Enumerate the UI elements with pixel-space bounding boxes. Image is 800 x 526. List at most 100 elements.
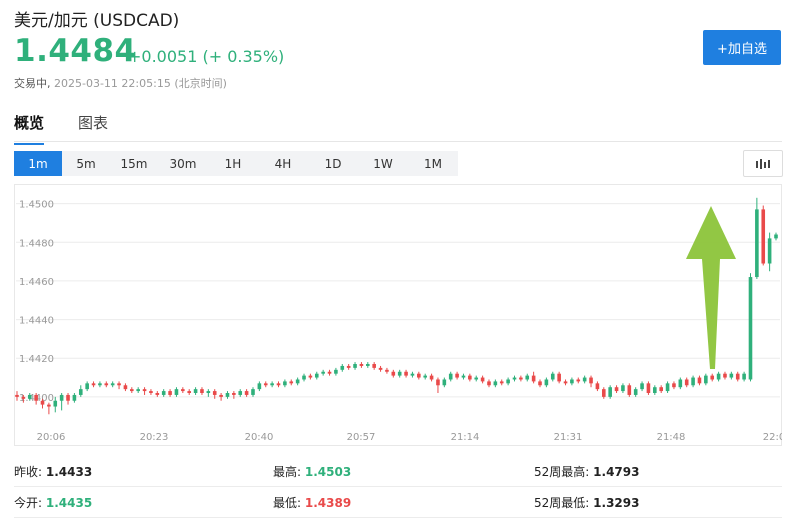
period-1w[interactable]: 1W [358, 151, 408, 176]
week52-high-value: 1.4793 [593, 465, 640, 479]
candle-body [142, 389, 147, 392]
candle-body [232, 393, 236, 395]
candle-body [21, 396, 26, 399]
candle-body [59, 394, 64, 401]
candle-body [123, 385, 128, 390]
candle-body [391, 371, 396, 376]
candle-body [270, 383, 274, 386]
period-1d[interactable]: 1D [308, 151, 358, 176]
candle-body [404, 371, 408, 376]
day-high-value: 1.4503 [304, 465, 352, 479]
chart-type-button[interactable] [743, 150, 783, 177]
candle-body [365, 364, 370, 366]
candle-body [640, 383, 644, 390]
candle-body [353, 364, 357, 368]
candle-body [314, 373, 319, 378]
candle-body [238, 391, 243, 395]
week52-low: 52周最低: 1.3293 [534, 494, 639, 511]
day-high: 最高: 1.4503 [273, 463, 351, 480]
candle-body [519, 377, 523, 380]
candle-body [193, 389, 198, 394]
period-5m[interactable]: 5m [62, 151, 110, 176]
trading-status-time: 2025-03-11 22:05:15 (北京时间) [54, 77, 227, 90]
candle-body [563, 381, 568, 384]
candle-body [410, 373, 415, 376]
candle-body [98, 383, 102, 386]
candle-body [72, 394, 77, 401]
candle-body [47, 404, 51, 407]
y-tick-label: 1.4440 [19, 316, 54, 327]
period-1mo[interactable]: 1M [408, 151, 458, 176]
candle-body [493, 381, 498, 386]
candle-body [595, 383, 600, 390]
candle-body [506, 379, 510, 384]
candle-body [755, 209, 759, 278]
x-tick-label: 20:06 [37, 432, 66, 443]
candle-body [691, 377, 695, 386]
candle-body [372, 364, 376, 368]
day-low-label: 最低: [273, 496, 302, 510]
candle-body [697, 377, 702, 384]
candle-body [276, 383, 281, 386]
candle-body [633, 389, 638, 395]
candle-body [461, 375, 466, 378]
candle-body [487, 381, 491, 386]
candle-body [289, 381, 294, 384]
candle-body [417, 373, 421, 378]
trading-status-label: 交易中, [14, 77, 51, 90]
candle-body [627, 385, 632, 395]
day-high-label: 最高: [273, 465, 302, 479]
period-1m[interactable]: 1m [14, 151, 62, 176]
candle-body [136, 389, 140, 392]
add-watchlist-button[interactable]: +加自选 [703, 30, 781, 65]
prev-close-label: 昨收: [14, 465, 43, 479]
candle-body [117, 383, 121, 386]
x-tick-label: 20:57 [347, 432, 376, 443]
candle-body [710, 375, 715, 380]
candle-body [110, 383, 115, 386]
candle-body [576, 379, 581, 382]
candle-body [225, 393, 230, 397]
candle-body [212, 391, 217, 395]
candle-body [614, 387, 619, 392]
candle-body [531, 375, 536, 382]
candle-body [544, 379, 549, 386]
period-4h[interactable]: 4H [258, 151, 308, 176]
candle-body [200, 389, 204, 394]
candle-body [499, 381, 504, 384]
candle-body [748, 277, 753, 380]
candle-body [27, 394, 32, 399]
candle-body [761, 209, 766, 264]
candle-body [308, 375, 313, 378]
candle-body [174, 389, 179, 395]
candle-body [704, 375, 708, 384]
price-chart[interactable]: 1.45001.44801.44601.44401.44201.440020:0… [14, 184, 782, 446]
day-low-value: 1.4389 [304, 496, 352, 510]
period-1h[interactable]: 1H [208, 151, 258, 176]
candle-body [601, 389, 606, 397]
y-tick-label: 1.4500 [19, 200, 54, 211]
candle-body [608, 387, 612, 397]
candle-body [321, 371, 325, 374]
candle-body [767, 238, 772, 264]
candle-body [206, 391, 211, 394]
candle-body [104, 383, 109, 386]
candle-body [161, 391, 166, 395]
candle-body [557, 373, 561, 382]
period-30m[interactable]: 30m [158, 151, 208, 176]
x-tick-label: 20:23 [140, 432, 169, 443]
candle-body [149, 391, 153, 394]
candle-body [187, 391, 192, 394]
candle-body [716, 373, 721, 380]
week52-low-value: 1.3293 [593, 496, 640, 510]
candle-body [359, 364, 364, 366]
stats-table: 昨收: 1.4433 最高: 1.4503 52周最高: 1.4793 今开: … [14, 456, 782, 518]
candle-body [346, 365, 351, 368]
candle-body [672, 383, 676, 388]
candle-body [582, 377, 587, 382]
period-15m[interactable]: 15m [110, 151, 158, 176]
candle-body [53, 400, 58, 407]
candle-body [468, 375, 472, 380]
candle-body [474, 377, 479, 380]
x-tick-label: 22:0 [763, 432, 782, 443]
